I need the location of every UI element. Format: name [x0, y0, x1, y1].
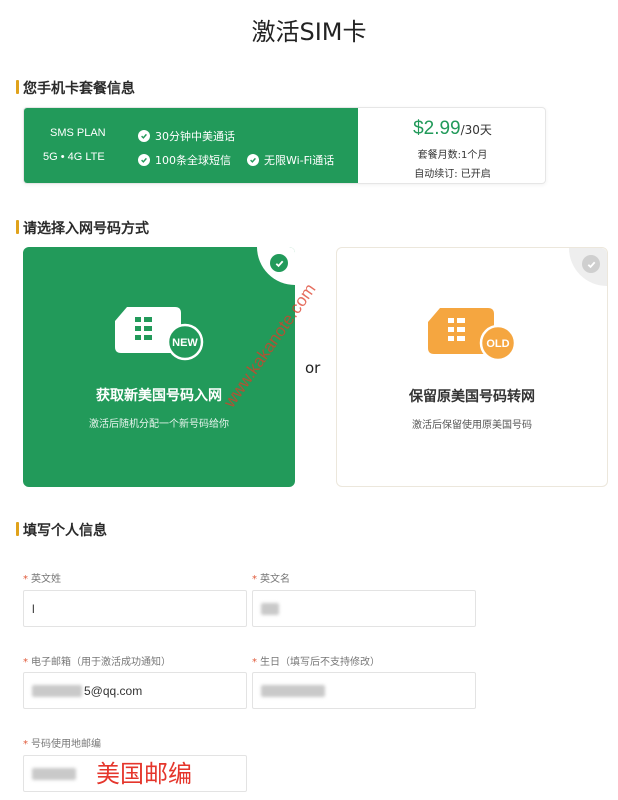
- plan-summary: SMS PLAN 5G • 4G LTE 30分钟中美通话 100条全球短信 无…: [24, 108, 358, 183]
- email-value: 5@qq.com: [84, 683, 143, 698]
- check-circle-icon: [138, 154, 150, 166]
- option-keep-number[interactable]: OLD 保留原美国号码转网 激活后保留使用原美国号码: [336, 247, 608, 487]
- plan-name: SMS PLAN: [50, 127, 106, 139]
- required-mark: *: [252, 657, 257, 668]
- plan-network: 5G • 4G LTE: [43, 151, 105, 163]
- birthday-input[interactable]: [252, 672, 476, 709]
- page-title: 激活SIM卡: [251, 18, 367, 46]
- price-amount: $2.99: [413, 118, 461, 139]
- sim-card-old-icon: OLD: [428, 308, 517, 362]
- option-label: 保留原美国号码转网: [409, 389, 535, 405]
- redacted-value: [32, 684, 82, 697]
- last-name-label: * 英文姓: [23, 574, 61, 585]
- last-name-input[interactable]: l: [23, 590, 247, 627]
- email-label: * 电子邮箱（用于激活成功通知）: [23, 657, 171, 668]
- badge-old-text: OLD: [486, 338, 509, 350]
- plan-months: 套餐月数:1个月: [417, 150, 488, 161]
- selection-corner: [569, 248, 607, 286]
- last-name-value: l: [32, 601, 35, 616]
- feature-item: 100条全球短信: [138, 152, 231, 168]
- zip-label: * 号码使用地邮编: [23, 739, 101, 750]
- feature-label: 100条全球短信: [155, 154, 231, 167]
- option-description: 激活后保留使用原美国号码: [412, 420, 532, 431]
- redacted-value: [261, 684, 325, 697]
- check-circle-icon: [138, 130, 150, 142]
- email-input[interactable]: 5@qq.com: [23, 672, 247, 709]
- option-label: 获取新美国号码入网: [96, 388, 222, 404]
- or-divider: or: [305, 359, 321, 377]
- price: $2.99/30天: [358, 118, 545, 140]
- selection-corner: [257, 247, 295, 285]
- number-section-title: 请选择入网号码方式: [16, 218, 149, 238]
- redacted-value: [261, 602, 279, 615]
- plan-card: SMS PLAN 5G • 4G LTE 30分钟中美通话 100条全球短信 无…: [23, 107, 546, 184]
- required-mark: *: [23, 739, 28, 750]
- personal-section-title: 填写个人信息: [16, 520, 107, 540]
- plan-pricing: $2.99/30天 套餐月数:1个月 自动续订: 已开启: [358, 108, 545, 183]
- required-mark: *: [23, 574, 28, 585]
- check-circle-icon: [247, 154, 259, 166]
- badge-new-text: NEW: [172, 337, 198, 349]
- required-mark: *: [252, 574, 257, 585]
- sim-card-new-icon: NEW: [115, 307, 204, 361]
- feature-item: 30分钟中美通话: [138, 128, 235, 144]
- first-name-input[interactable]: [252, 590, 476, 627]
- feature-item: 无限Wi-Fi通话: [247, 152, 334, 168]
- plan-section-title: 您手机卡套餐信息: [16, 78, 135, 98]
- required-mark: *: [23, 657, 28, 668]
- birthday-label: * 生日（填写后不支持修改）: [252, 657, 380, 668]
- first-name-label: * 英文名: [252, 574, 290, 585]
- feature-label: 30分钟中美通话: [155, 130, 235, 143]
- redacted-value: [32, 767, 76, 780]
- zip-annotation: 美国邮编: [96, 760, 192, 788]
- price-unit: /30天: [460, 123, 492, 137]
- check-icon: [270, 254, 288, 272]
- check-icon: [582, 255, 600, 273]
- feature-label: 无限Wi-Fi通话: [264, 154, 335, 167]
- option-description: 激活后随机分配一个新号码给你: [89, 419, 229, 430]
- auto-renew-status: 自动续订: 已开启: [414, 169, 491, 180]
